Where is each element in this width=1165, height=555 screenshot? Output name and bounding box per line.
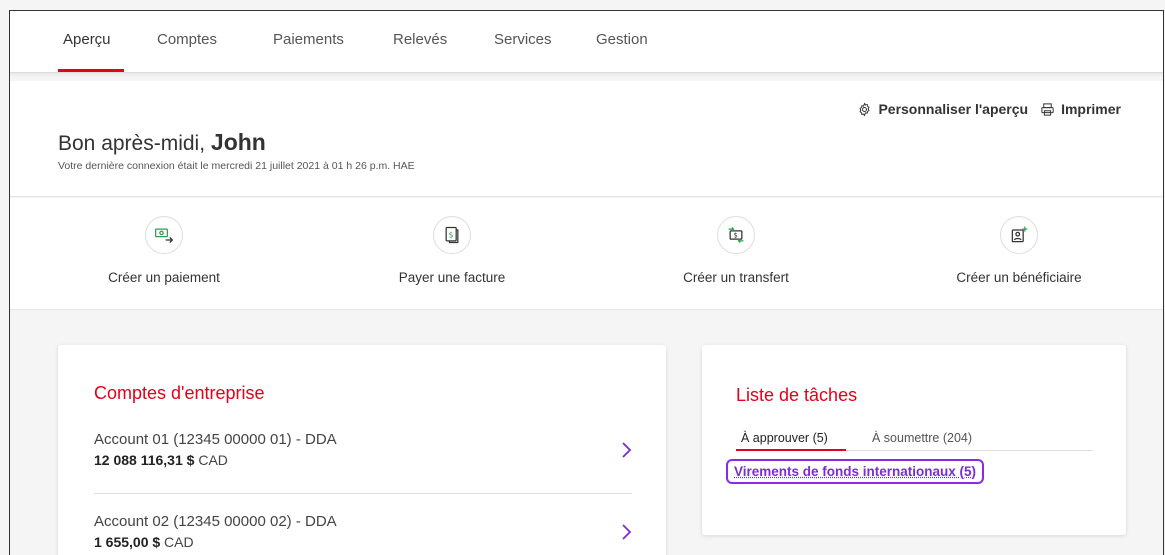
chevron-right-icon[interactable] — [620, 441, 632, 459]
tab-to-approve[interactable]: À approuver (5) — [741, 431, 828, 445]
account-divider — [94, 493, 632, 494]
create-transfer-action[interactable]: $ Créer un transfert — [636, 216, 836, 285]
user-name: John — [210, 129, 266, 155]
customize-overview-button[interactable]: Personnaliser l'aperçu — [857, 101, 1028, 117]
tab-to-submit[interactable]: À soumettre (204) — [872, 431, 972, 445]
account-row[interactable]: Account 02 (12345 00000 02) - DDA 1 655,… — [94, 513, 632, 555]
account-amount: 1 655,00 $ — [94, 534, 161, 550]
create-payment-circle — [145, 216, 183, 254]
create-beneficiary-action[interactable]: Créer un bénéficiaire — [919, 216, 1119, 285]
tab-services[interactable]: Services — [494, 31, 552, 48]
account-balance: 1 655,00 $ CAD — [94, 534, 632, 550]
account-name: Account 01 (12345 00000 01) - DDA — [94, 431, 337, 448]
task-tabs: À approuver (5) À soumettre (204) — [736, 427, 1093, 451]
active-tab-indicator — [58, 69, 124, 72]
app-frame: Aperçu Comptes Paiements Relevés Service… — [9, 10, 1164, 555]
add-beneficiary-icon — [1011, 226, 1028, 243]
create-transfer-label: Créer un transfert — [683, 270, 789, 285]
payment-icon — [155, 228, 174, 243]
business-accounts-card: Comptes d'entreprise Account 01 (12345 0… — [58, 345, 666, 555]
pay-bill-circle: $ — [433, 216, 471, 254]
printer-icon — [1041, 102, 1054, 116]
tab-releves[interactable]: Relevés — [393, 31, 447, 48]
last-login-text: Votre dernière connexion était le mercre… — [58, 160, 415, 172]
tab-comptes[interactable]: Comptes — [157, 31, 217, 48]
create-beneficiary-label: Créer un bénéficiaire — [956, 270, 1082, 285]
pay-bill-action[interactable]: $ Payer une facture — [352, 216, 552, 285]
transfer-icon: $ — [728, 227, 744, 243]
international-transfers-link[interactable]: Virements de fonds internationaux (5) — [726, 459, 985, 484]
task-list-card: Liste de tâches À approuver (5) À soumet… — [702, 345, 1126, 535]
svg-text:$: $ — [449, 231, 454, 240]
quick-actions: Créer un paiement $ Payer une facture $ — [10, 198, 1163, 310]
account-name: Account 02 (12345 00000 02) - DDA — [94, 513, 337, 530]
account-amount: 12 088 116,31 $ — [94, 452, 195, 468]
create-transfer-circle: $ — [717, 216, 755, 254]
greeting-text: Bon après-midi, — [58, 132, 211, 155]
pay-bill-label: Payer une facture — [398, 270, 506, 285]
create-payment-action[interactable]: Créer un paiement — [64, 216, 264, 285]
business-accounts-title: Comptes d'entreprise — [94, 383, 265, 403]
create-beneficiary-circle — [1000, 216, 1038, 254]
tab-paiements[interactable]: Paiements — [273, 31, 344, 48]
top-navigation: Aperçu Comptes Paiements Relevés Service… — [10, 11, 1163, 73]
print-button[interactable]: Imprimer — [1040, 101, 1121, 117]
page-actions: Personnaliser l'aperçu Imprimer — [857, 101, 1121, 117]
account-row[interactable]: Account 01 (12345 00000 01) - DDA 12 088… — [94, 431, 632, 489]
customize-label: Personnaliser l'aperçu — [878, 101, 1029, 117]
task-list-title: Liste de tâches — [736, 385, 858, 405]
create-payment-label: Créer un paiement — [108, 270, 220, 285]
tab-apercu[interactable]: Aperçu — [63, 31, 111, 48]
task-tab-indicator — [736, 449, 846, 451]
svg-text:$: $ — [734, 232, 738, 240]
tab-gestion[interactable]: Gestion — [596, 31, 648, 48]
gear-icon — [859, 102, 871, 116]
account-currency: CAD — [160, 534, 194, 550]
international-transfers-label: Virements de fonds internationaux (5) — [734, 464, 977, 479]
account-balance: 12 088 116,31 $ CAD — [94, 452, 632, 468]
greeting-title: Bon après-midi, John — [58, 129, 266, 156]
account-currency: CAD — [194, 452, 228, 468]
chevron-right-icon[interactable] — [620, 523, 632, 541]
print-label: Imprimer — [1061, 101, 1121, 117]
greeting-section: Bon après-midi, John Votre dernière conn… — [10, 81, 1163, 197]
bill-icon: $ — [445, 226, 459, 244]
